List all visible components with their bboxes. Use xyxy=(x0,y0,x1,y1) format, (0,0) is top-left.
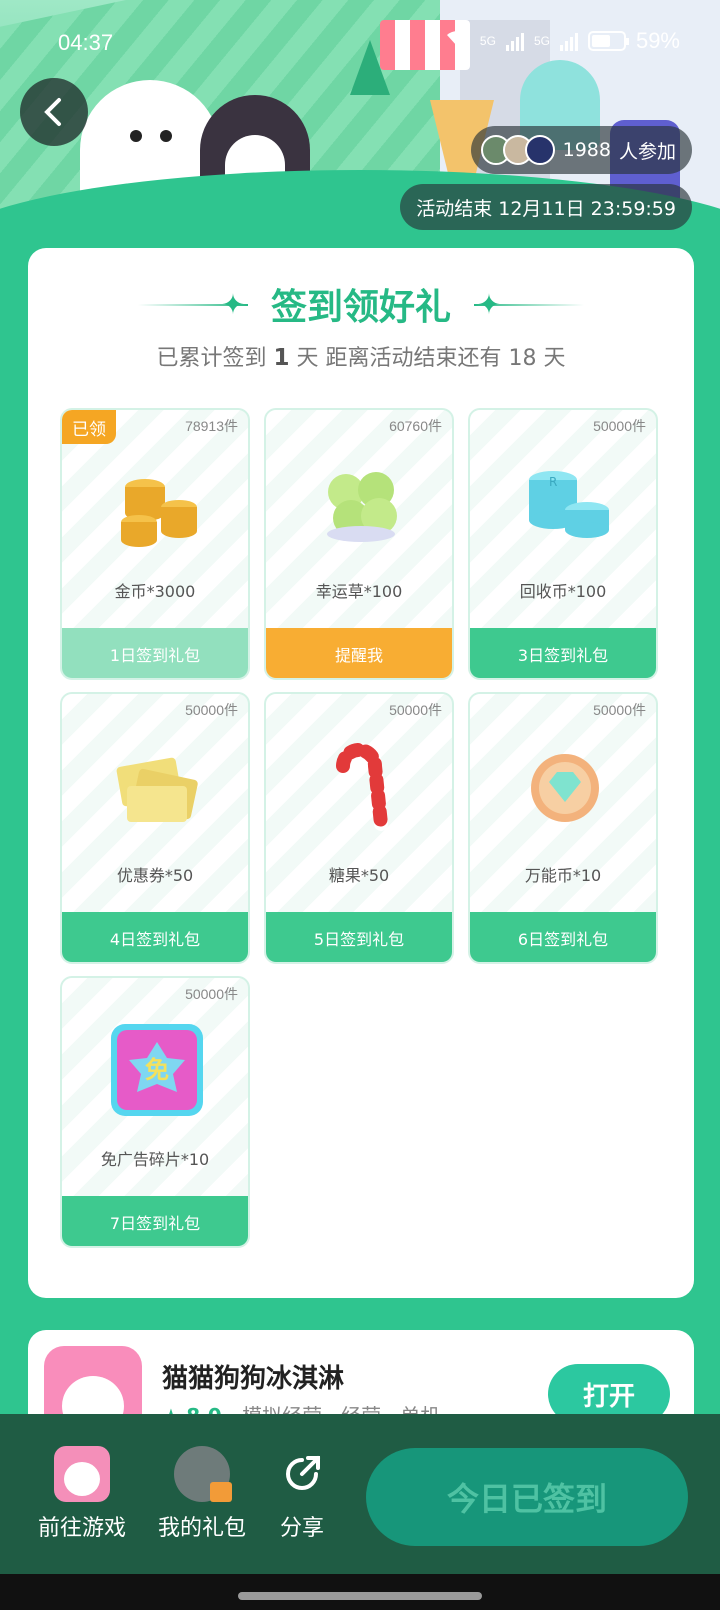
bottom-bar: 前往游戏 我的礼包 分享 今日已签到 xyxy=(0,1414,720,1574)
wifi-icon xyxy=(444,28,470,54)
game-name: 猫猫狗狗冰淇淋 xyxy=(162,1364,345,1394)
gift-button-day4[interactable]: 4日签到礼包 xyxy=(62,912,248,962)
gift-card-day3: 50000件 R 回收币*100 3日签到礼包 xyxy=(468,408,658,680)
gift-button-day7[interactable]: 7日签到礼包 xyxy=(62,1196,248,1246)
my-gifts-label: 我的礼包 xyxy=(157,1516,246,1541)
status-icons: 5G 5G 59% xyxy=(444,28,680,54)
gift-button-day5[interactable]: 5日签到礼包 xyxy=(266,912,452,962)
avatar xyxy=(524,135,555,165)
signal-icon-2 xyxy=(559,31,578,51)
gift-name: 优惠券*50 xyxy=(116,866,194,885)
participants-suffix: 人参加 xyxy=(618,140,676,163)
gift-name: 万能币*10 xyxy=(524,866,602,885)
signed-today-button[interactable]: 今日已签到 xyxy=(366,1448,688,1546)
signin-progress: 已累计签到 1 天 距离活动结束还有 18 天 xyxy=(28,340,694,372)
gift-button-day1[interactable]: 1日签到礼包 xyxy=(62,628,248,678)
days-signed: 1 xyxy=(273,345,290,371)
gift-stock: 50000件 xyxy=(593,418,646,434)
gift-card-day2: 60760件 幸运草*100 提醒我 xyxy=(264,408,454,680)
battery-percent: 59% xyxy=(635,28,680,53)
gift-name: 糖果*50 xyxy=(328,866,390,885)
gift-card-day1: 已领 78913件 金币*3000 1日签到礼包 xyxy=(60,408,250,680)
signin-card: ✦ 签到领好礼 ✦ 已累计签到 1 天 距离活动结束还有 18 天 已领 789… xyxy=(28,248,694,1298)
days-left: 18 xyxy=(508,346,537,371)
participants-count: 1988 xyxy=(562,139,611,161)
progress-suffix: 天 xyxy=(543,346,566,371)
participant-avatars xyxy=(480,135,555,165)
title-divider-right xyxy=(474,304,584,306)
claimed-tag: 已领 xyxy=(62,410,116,444)
battery-icon xyxy=(587,31,629,51)
progress-prefix: 已累计签到 xyxy=(156,346,267,371)
gift-name: 回收币*100 xyxy=(519,582,607,601)
gift-card-day5: 50000件 糖果*50 5日签到礼包 xyxy=(264,692,454,964)
game-thumbnail-icon xyxy=(54,1446,110,1502)
status-time: 04:37 xyxy=(58,30,114,55)
chevron-left-icon xyxy=(44,98,61,126)
gold-coins-icon xyxy=(121,479,197,547)
gift-stock: 50000件 xyxy=(185,986,238,1002)
diamond-coin-icon xyxy=(531,754,599,822)
gift-button-day6[interactable]: 6日签到礼包 xyxy=(470,912,656,962)
event-end-time: 活动结束 12月11日 23:59:59 xyxy=(400,184,692,230)
ad-free-icon-text: 免 xyxy=(145,1056,169,1084)
gift-button-day3[interactable]: 3日签到礼包 xyxy=(470,628,656,678)
clover-icon xyxy=(327,472,397,542)
go-to-game-button[interactable]: 前往游戏 xyxy=(30,1446,134,1542)
participants-badge: 1988 人参加 xyxy=(470,126,692,174)
signal-icon xyxy=(505,31,524,51)
gift-name: 免广告碎片*10 xyxy=(100,1150,210,1169)
gift-name: 金币*3000 xyxy=(114,582,196,601)
share-label: 分享 xyxy=(279,1516,324,1541)
coupon-icon xyxy=(116,757,198,822)
gift-stock: 50000件 xyxy=(389,702,442,718)
back-button[interactable] xyxy=(20,78,88,146)
network-label-1: 5G xyxy=(479,34,496,48)
gift-card-day4: 50000件 优惠券*50 4日签到礼包 xyxy=(60,692,250,964)
gift-card-day6: 50000件 万能币*10 6日签到礼包 xyxy=(468,692,658,964)
gift-stock: 50000件 xyxy=(185,702,238,718)
share-button[interactable]: 分享 xyxy=(270,1446,334,1542)
my-gifts-button[interactable]: 我的礼包 xyxy=(152,1446,252,1542)
gift-stock: 50000件 xyxy=(593,702,646,718)
progress-mid: 天 距离活动结束还有 xyxy=(296,346,502,371)
ad-free-icon: 免 xyxy=(111,1024,203,1116)
network-label-2: 5G xyxy=(533,34,550,48)
gift-card-day7: 50000件 免 免广告碎片*10 7日签到礼包 xyxy=(60,976,250,1248)
go-to-game-label: 前往游戏 xyxy=(37,1516,126,1541)
gift-avatar-icon xyxy=(174,1446,232,1502)
svg-text:R: R xyxy=(549,475,557,489)
gift-name: 幸运草*100 xyxy=(315,582,403,601)
remind-me-button[interactable]: 提醒我 xyxy=(266,628,452,678)
gift-stock: 78913件 xyxy=(185,418,238,434)
home-indicator[interactable] xyxy=(238,1592,482,1600)
candy-cane-icon xyxy=(336,743,388,831)
signin-title: 签到领好礼 xyxy=(270,287,451,328)
share-icon xyxy=(274,1446,330,1502)
recycle-coin-icon: R xyxy=(529,471,609,538)
status-bar: 04:37 5G 5G 59% xyxy=(0,24,720,60)
gift-stock: 60760件 xyxy=(389,418,442,434)
